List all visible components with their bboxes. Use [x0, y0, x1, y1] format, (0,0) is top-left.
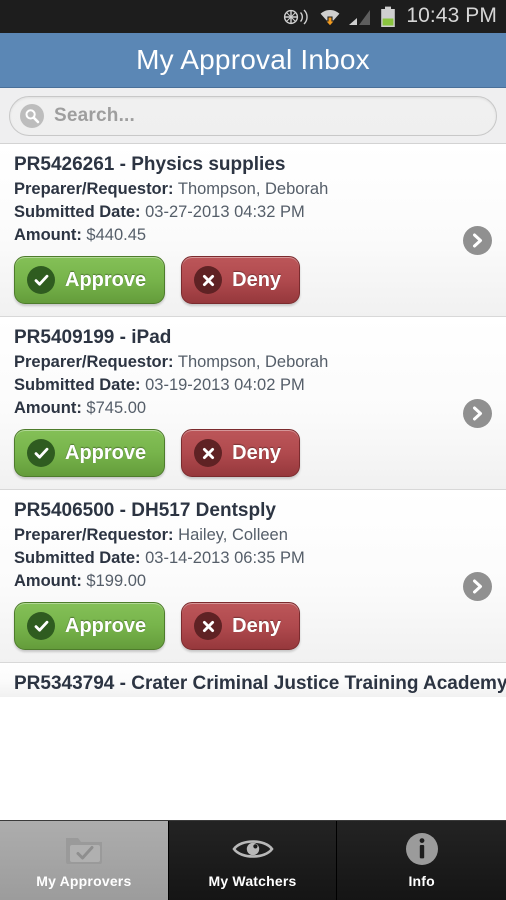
tab-info[interactable]: Info	[337, 821, 506, 900]
request-actions: Approve Deny	[14, 429, 492, 477]
list-item[interactable]: PR5409199 - iPad Preparer/Requestor: Tho…	[0, 317, 506, 490]
deny-button-label: Deny	[232, 268, 282, 291]
preparer-label: Preparer/Requestor:	[14, 526, 174, 544]
bottom-tab-bar: My Approvers My Watchers Info	[0, 820, 506, 900]
submitted-label: Submitted Date:	[14, 549, 141, 567]
search-bar: Search...	[0, 88, 506, 144]
tab-info-label: Info	[408, 873, 435, 889]
amount-value: $199.00	[86, 572, 147, 590]
amount-value: $440.45	[86, 226, 147, 244]
amount-value: $745.00	[86, 399, 147, 417]
x-circle-icon	[194, 612, 223, 640]
wifi-download-icon	[320, 9, 340, 27]
preparer-label: Preparer/Requestor:	[14, 353, 174, 371]
request-title: PR5406500 - DH517 Dentsply	[14, 500, 276, 521]
submitted-value: 03-14-2013 06:35 PM	[145, 549, 305, 567]
chevron-right-icon[interactable]	[463, 572, 492, 601]
check-circle-icon	[27, 266, 55, 294]
request-actions: Approve Deny	[14, 602, 492, 650]
check-circle-icon	[27, 612, 55, 640]
amount-label: Amount:	[14, 226, 82, 244]
request-title: PR5409199 - iPad	[14, 327, 172, 348]
list-item[interactable]: PR5406500 - DH517 Dentsply Preparer/Requ…	[0, 490, 506, 663]
deny-button-label: Deny	[232, 614, 282, 637]
approve-button-label: Approve	[65, 614, 147, 637]
search-icon	[20, 103, 44, 128]
x-circle-icon	[194, 266, 223, 294]
check-circle-icon	[27, 439, 55, 467]
page-title: My Approval Inbox	[136, 44, 370, 75]
preparer-value: Thompson, Deborah	[177, 180, 329, 198]
x-circle-icon	[194, 439, 223, 467]
request-submitted-row: Submitted Date: 03-14-2013 06:35 PM	[14, 549, 492, 568]
status-bar: 10:43 PM	[0, 0, 506, 33]
list-item[interactable]: PR5343794 - Crater Criminal Justice Trai…	[0, 663, 506, 697]
request-title: PR5343794 - Crater Criminal Justice Trai…	[14, 673, 506, 694]
preparer-value: Thompson, Deborah	[177, 353, 329, 371]
request-title: PR5426261 - Physics supplies	[14, 154, 286, 175]
preparer-value: Hailey, Colleen	[178, 526, 288, 544]
preparer-label: Preparer/Requestor:	[14, 180, 174, 198]
deny-button[interactable]: Deny	[181, 429, 301, 477]
cellular-signal-icon	[349, 9, 371, 25]
amount-label: Amount:	[14, 399, 82, 417]
approve-button[interactable]: Approve	[14, 429, 166, 477]
submitted-label: Submitted Date:	[14, 203, 141, 221]
request-amount-row: Amount: $199.00	[14, 572, 492, 591]
tab-my-approvers[interactable]: My Approvers	[0, 821, 169, 900]
chevron-right-icon[interactable]	[463, 399, 492, 428]
info-circle-icon	[404, 832, 440, 866]
approval-request-list[interactable]: PR5426261 - Physics supplies Preparer/Re…	[0, 144, 506, 820]
approve-button-label: Approve	[65, 441, 147, 464]
tab-my-watchers[interactable]: My Watchers	[168, 821, 338, 900]
submitted-value: 03-19-2013 04:02 PM	[145, 376, 305, 394]
folder-check-icon	[63, 832, 105, 866]
amount-label: Amount:	[14, 572, 82, 590]
app-title-bar: My Approval Inbox	[0, 33, 506, 88]
list-item[interactable]: PR5426261 - Physics supplies Preparer/Re…	[0, 144, 506, 317]
eye-icon	[231, 832, 275, 866]
search-input[interactable]: Search...	[9, 95, 497, 136]
request-actions: Approve Deny	[14, 256, 492, 304]
tab-my-watchers-label: My Watchers	[208, 873, 297, 889]
tab-my-approvers-label: My Approvers	[36, 873, 132, 889]
request-preparer-row: Preparer/Requestor: Thompson, Deborah	[14, 353, 492, 372]
chevron-right-icon[interactable]	[463, 226, 492, 255]
approve-button[interactable]: Approve	[14, 256, 166, 304]
request-preparer-row: Preparer/Requestor: Hailey, Colleen	[14, 526, 492, 545]
submitted-label: Submitted Date:	[14, 376, 141, 394]
request-submitted-row: Submitted Date: 03-27-2013 04:32 PM	[14, 203, 492, 222]
battery-icon	[381, 6, 396, 27]
request-amount-row: Amount: $745.00	[14, 399, 492, 418]
deny-button[interactable]: Deny	[181, 602, 301, 650]
search-placeholder-text: Search...	[54, 104, 136, 126]
approve-button[interactable]: Approve	[14, 602, 166, 650]
submitted-value: 03-27-2013 04:32 PM	[145, 203, 305, 221]
phone-screen: 10:43 PM My Approval Inbox Search... PR5…	[0, 0, 506, 900]
approve-button-label: Approve	[65, 268, 147, 291]
deny-button[interactable]: Deny	[181, 256, 301, 304]
status-bar-clock: 10:43 PM	[406, 4, 497, 27]
request-submitted-row: Submitted Date: 03-19-2013 04:02 PM	[14, 376, 492, 395]
gps-broadcast-icon	[284, 8, 308, 25]
request-preparer-row: Preparer/Requestor: Thompson, Deborah	[14, 180, 492, 199]
request-amount-row: Amount: $440.45	[14, 226, 492, 245]
deny-button-label: Deny	[232, 441, 282, 464]
